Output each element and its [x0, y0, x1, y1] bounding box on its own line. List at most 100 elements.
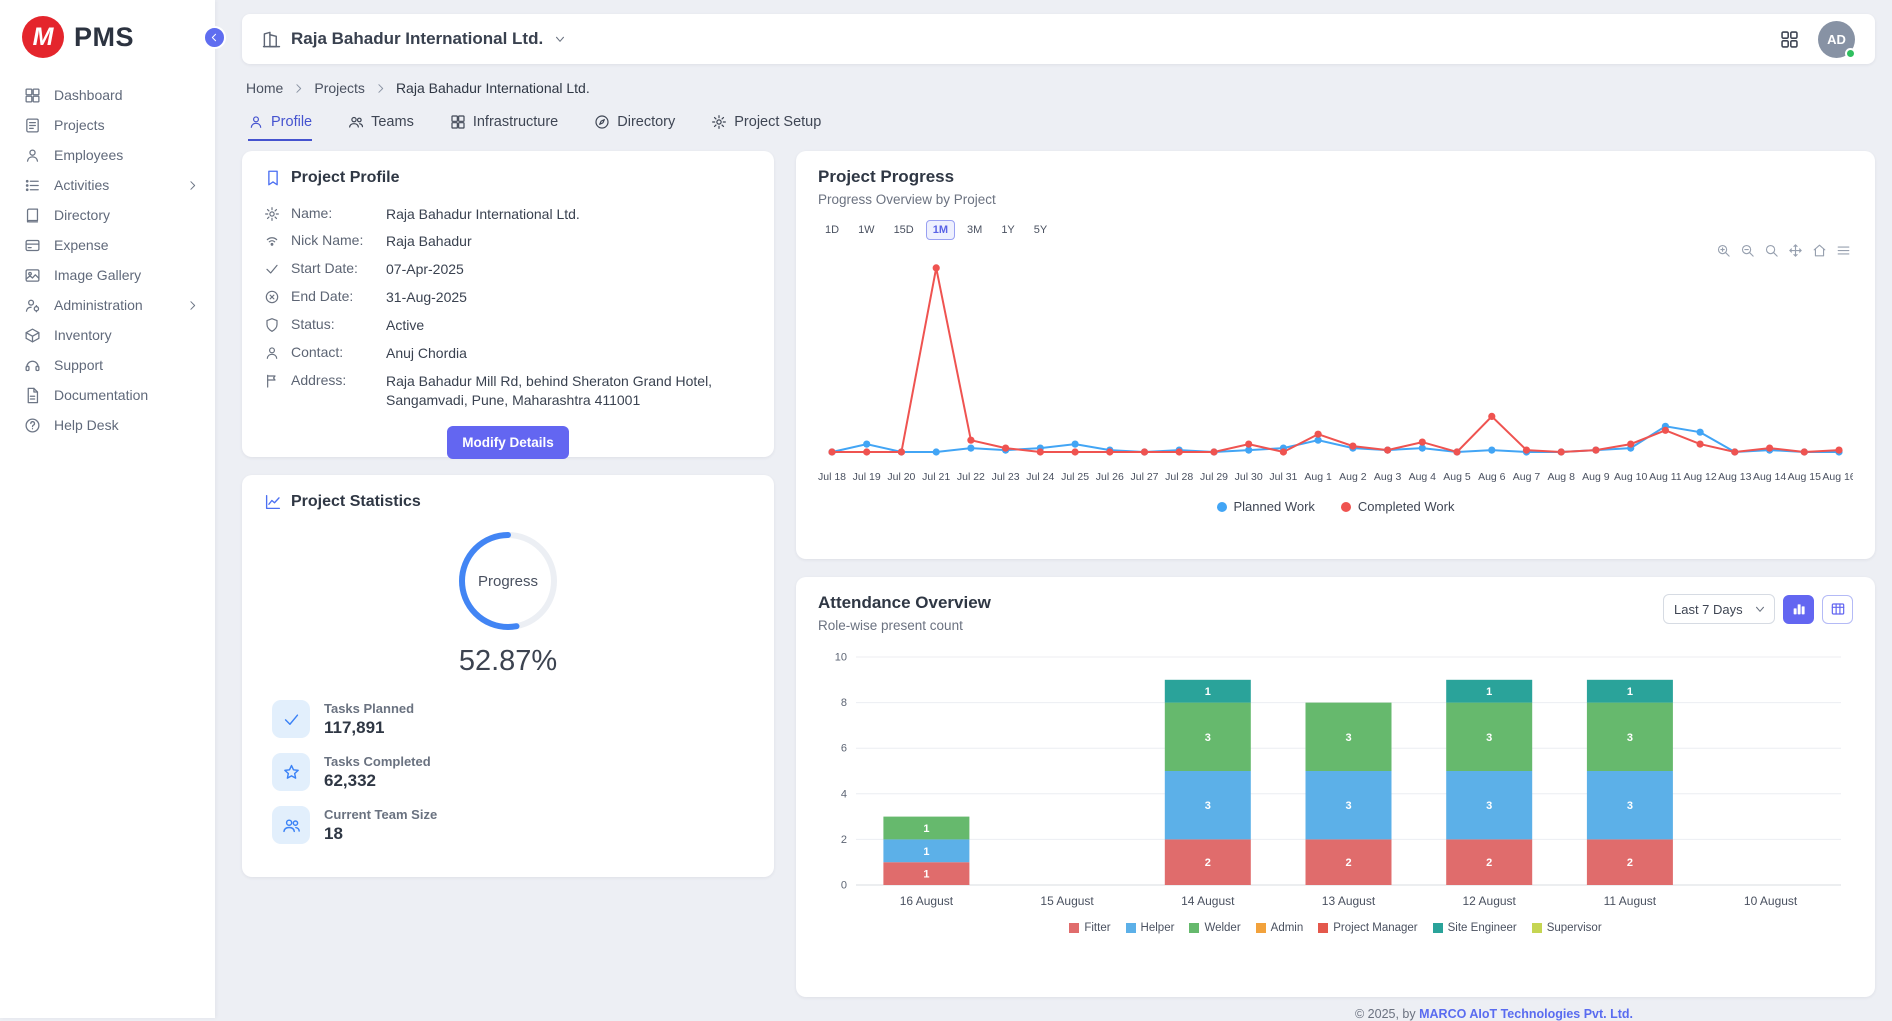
svg-text:2: 2 [1627, 857, 1633, 869]
sidebar-item-support[interactable]: Support [0, 350, 215, 380]
svg-text:Aug 6: Aug 6 [1478, 471, 1506, 483]
gallery-icon [24, 267, 41, 284]
legend-completed-work[interactable]: Completed Work [1341, 499, 1455, 514]
breadcrumb-item-projects[interactable]: Projects [314, 80, 365, 96]
range-button-1m[interactable]: 1M [926, 220, 955, 240]
sidebar-item-label: Activities [54, 177, 109, 193]
legend-label: Completed Work [1358, 499, 1455, 514]
field-value: 31-Aug-2025 [386, 288, 752, 307]
legend-label: Supervisor [1547, 922, 1602, 934]
svg-text:2: 2 [1205, 857, 1211, 869]
tab-project-setup[interactable]: Project Setup [711, 114, 821, 141]
progress-gauge: Progress [264, 525, 752, 637]
avatar[interactable]: AD [1818, 21, 1855, 58]
range-button-3m[interactable]: 3M [960, 220, 989, 240]
breadcrumb-item-home[interactable]: Home [246, 80, 283, 96]
svg-text:Aug 12: Aug 12 [1683, 471, 1716, 483]
svg-text:Jul 19: Jul 19 [853, 471, 881, 483]
range-button-1w[interactable]: 1W [851, 220, 882, 240]
stat-label: Current Team Size [324, 807, 437, 822]
sidebar-collapse-button[interactable] [203, 26, 226, 49]
zoom-out-button[interactable] [1740, 243, 1755, 258]
sidebar-item-help-desk[interactable]: Help Desk [0, 410, 215, 440]
chart-view-button[interactable] [1783, 595, 1814, 624]
svg-text:3: 3 [1486, 800, 1492, 812]
sidebar-item-directory[interactable]: Directory [0, 200, 215, 230]
attendance-controls: Last 7 Days [1663, 594, 1853, 624]
legend-supervisor[interactable]: Supervisor [1532, 922, 1602, 934]
svg-text:6: 6 [841, 743, 847, 755]
attendance-range-select[interactable]: Last 7 Days [1663, 594, 1775, 624]
table-icon [1830, 601, 1846, 617]
range-button-1y[interactable]: 1Y [994, 220, 1021, 240]
footer-link[interactable]: MARCO AIoT Technologies Pvt. Ltd. [1419, 1007, 1633, 1021]
app-root: M PMS DashboardProjectsEmployeesActiviti… [0, 0, 1892, 1018]
table-view-button[interactable] [1822, 595, 1853, 624]
zoom-in-button[interactable] [1716, 243, 1731, 258]
sidebar-item-projects[interactable]: Projects [0, 110, 215, 140]
field-value: Active [386, 316, 752, 335]
sidebar-item-label: Documentation [54, 387, 148, 403]
legend-planned-work[interactable]: Planned Work [1217, 499, 1315, 514]
sidebar-item-activities[interactable]: Activities [0, 170, 215, 200]
sidebar-item-expense[interactable]: Expense [0, 230, 215, 260]
logo-text: PMS [74, 22, 134, 53]
menu-button[interactable] [1836, 243, 1851, 258]
sidebar-item-employees[interactable]: Employees [0, 140, 215, 170]
topbar-actions: AD [1779, 21, 1855, 58]
attendance-chart[interactable]: 024681016 August11115 August14 August233… [818, 647, 1853, 918]
stat-icon-box [272, 700, 310, 738]
tab-teams[interactable]: Teams [348, 114, 414, 141]
home-button[interactable] [1812, 243, 1827, 258]
legend-admin[interactable]: Admin [1256, 922, 1304, 934]
sidebar-item-inventory[interactable]: Inventory [0, 320, 215, 350]
legend-site-engineer[interactable]: Site Engineer [1433, 922, 1517, 934]
users-icon [282, 816, 301, 835]
inventory-icon [24, 327, 41, 344]
modify-details-button[interactable]: Modify Details [447, 426, 569, 459]
field-label: End Date: [291, 288, 375, 304]
sidebar-item-dashboard[interactable]: Dashboard [0, 80, 215, 110]
app-logo[interactable]: M PMS [0, 0, 215, 80]
range-button-5y[interactable]: 5Y [1027, 220, 1054, 240]
field-value: Raja Bahadur [386, 232, 752, 251]
legend-welder[interactable]: Welder [1189, 922, 1240, 934]
legend-project-manager[interactable]: Project Manager [1318, 922, 1417, 934]
tab-profile[interactable]: Profile [248, 114, 312, 141]
project-progress-chart[interactable]: Jul 18Jul 19Jul 20Jul 21Jul 22Jul 23Jul … [818, 244, 1853, 497]
sidebar-item-documentation[interactable]: Documentation [0, 380, 215, 410]
breadcrumb: HomeProjectsRaja Bahadur International L… [246, 79, 1875, 97]
tab-infrastructure[interactable]: Infrastructure [450, 114, 558, 141]
compass-icon [594, 114, 610, 130]
sidebar-item-administration[interactable]: Administration [0, 290, 215, 320]
field-label: Name: [291, 205, 375, 221]
legend-fitter[interactable]: Fitter [1069, 922, 1110, 934]
svg-text:2: 2 [1345, 857, 1351, 869]
range-button-15d[interactable]: 15D [887, 220, 921, 240]
range-button-1d[interactable]: 1D [818, 220, 846, 240]
svg-text:Jul 28: Jul 28 [1165, 471, 1193, 483]
svg-text:8: 8 [841, 697, 847, 709]
search-button[interactable] [1764, 243, 1779, 258]
pan-button[interactable] [1788, 243, 1803, 258]
attendance-overview-card: Attendance Overview Role-wise present co… [796, 577, 1875, 997]
tab-directory[interactable]: Directory [594, 114, 675, 141]
sidebar-item-label: Support [54, 357, 103, 373]
topbar: Raja Bahadur International Ltd. AD [242, 14, 1875, 64]
field-label: Nick Name: [291, 232, 375, 248]
legend-label: Project Manager [1333, 922, 1417, 934]
help-icon [24, 417, 41, 434]
employees-icon [24, 147, 41, 164]
svg-text:Aug 5: Aug 5 [1443, 471, 1471, 483]
flag-icon [264, 373, 280, 389]
svg-text:Jul 24: Jul 24 [1026, 471, 1054, 483]
svg-text:Jul 26: Jul 26 [1096, 471, 1124, 483]
sidebar-item-image-gallery[interactable]: Image Gallery [0, 260, 215, 290]
left-column: Project Profile Name:Raja Bahadur Intern… [242, 151, 774, 877]
company-selector[interactable]: Raja Bahadur International Ltd. [262, 29, 567, 49]
projects-icon [24, 117, 41, 134]
apps-grid-button[interactable] [1779, 29, 1800, 50]
svg-text:1: 1 [923, 846, 929, 858]
project-progress-title: Project Progress [818, 167, 1853, 187]
legend-helper[interactable]: Helper [1126, 922, 1175, 934]
